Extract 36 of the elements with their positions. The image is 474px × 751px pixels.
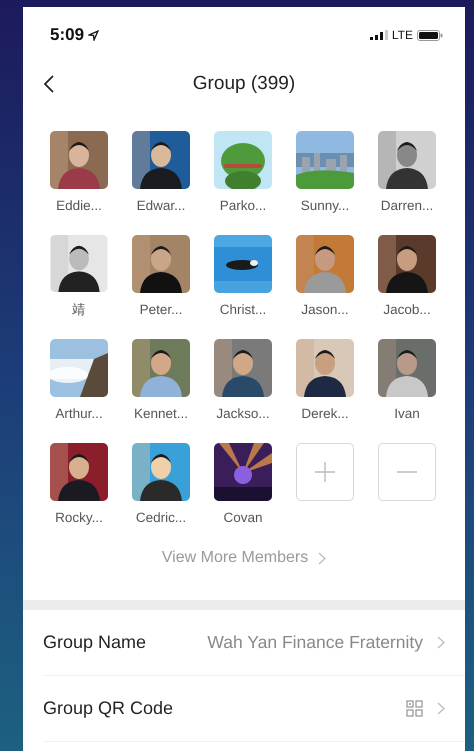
member-name: Rocky... (55, 510, 103, 525)
member-name: 靖 (72, 301, 86, 319)
chevron-icon (318, 552, 326, 564)
settings-row[interactable]: Group Name Wah Yan Finance Fraternity (43, 610, 465, 676)
minus-icon (396, 470, 418, 474)
member-name: Cedric... (136, 510, 186, 525)
member-name: Eddie... (56, 198, 102, 213)
qr-code-icon (406, 700, 423, 717)
member-name: Parko... (220, 198, 266, 213)
row-label: Group QR Code (43, 698, 174, 719)
member-name: Jackso... (216, 406, 270, 421)
member-name: Sunny... (300, 198, 350, 213)
member-name: Peter... (140, 302, 182, 317)
back-icon[interactable] (43, 74, 55, 94)
settings-row[interactable]: Group QR Code (43, 676, 465, 742)
member-name: Arthur... (55, 406, 103, 421)
member-name: Jason... (301, 302, 349, 317)
row-label: Group Name (43, 632, 146, 653)
network-label: LTE (392, 28, 413, 42)
chevron-icon (437, 636, 445, 649)
page-title: Group (399) (192, 73, 296, 95)
member-name: Covan (223, 510, 263, 525)
member-name: Edwar... (136, 198, 186, 213)
member-name: Christ... (220, 302, 266, 317)
row-value: Wah Yan Finance Fraternity (207, 632, 423, 653)
member-name: Darren... (380, 198, 434, 213)
chevron-icon (437, 702, 445, 715)
member-name: Jacob... (383, 302, 431, 317)
status-time: 5:09 (50, 25, 84, 45)
member-name: Derek... (301, 406, 349, 421)
member-name: Kennet... (134, 406, 188, 421)
member-name: Ivan (394, 406, 420, 421)
plus-icon (314, 461, 336, 483)
location-icon (88, 30, 100, 40)
battery-icon (417, 30, 443, 40)
signal-icon (370, 30, 388, 40)
